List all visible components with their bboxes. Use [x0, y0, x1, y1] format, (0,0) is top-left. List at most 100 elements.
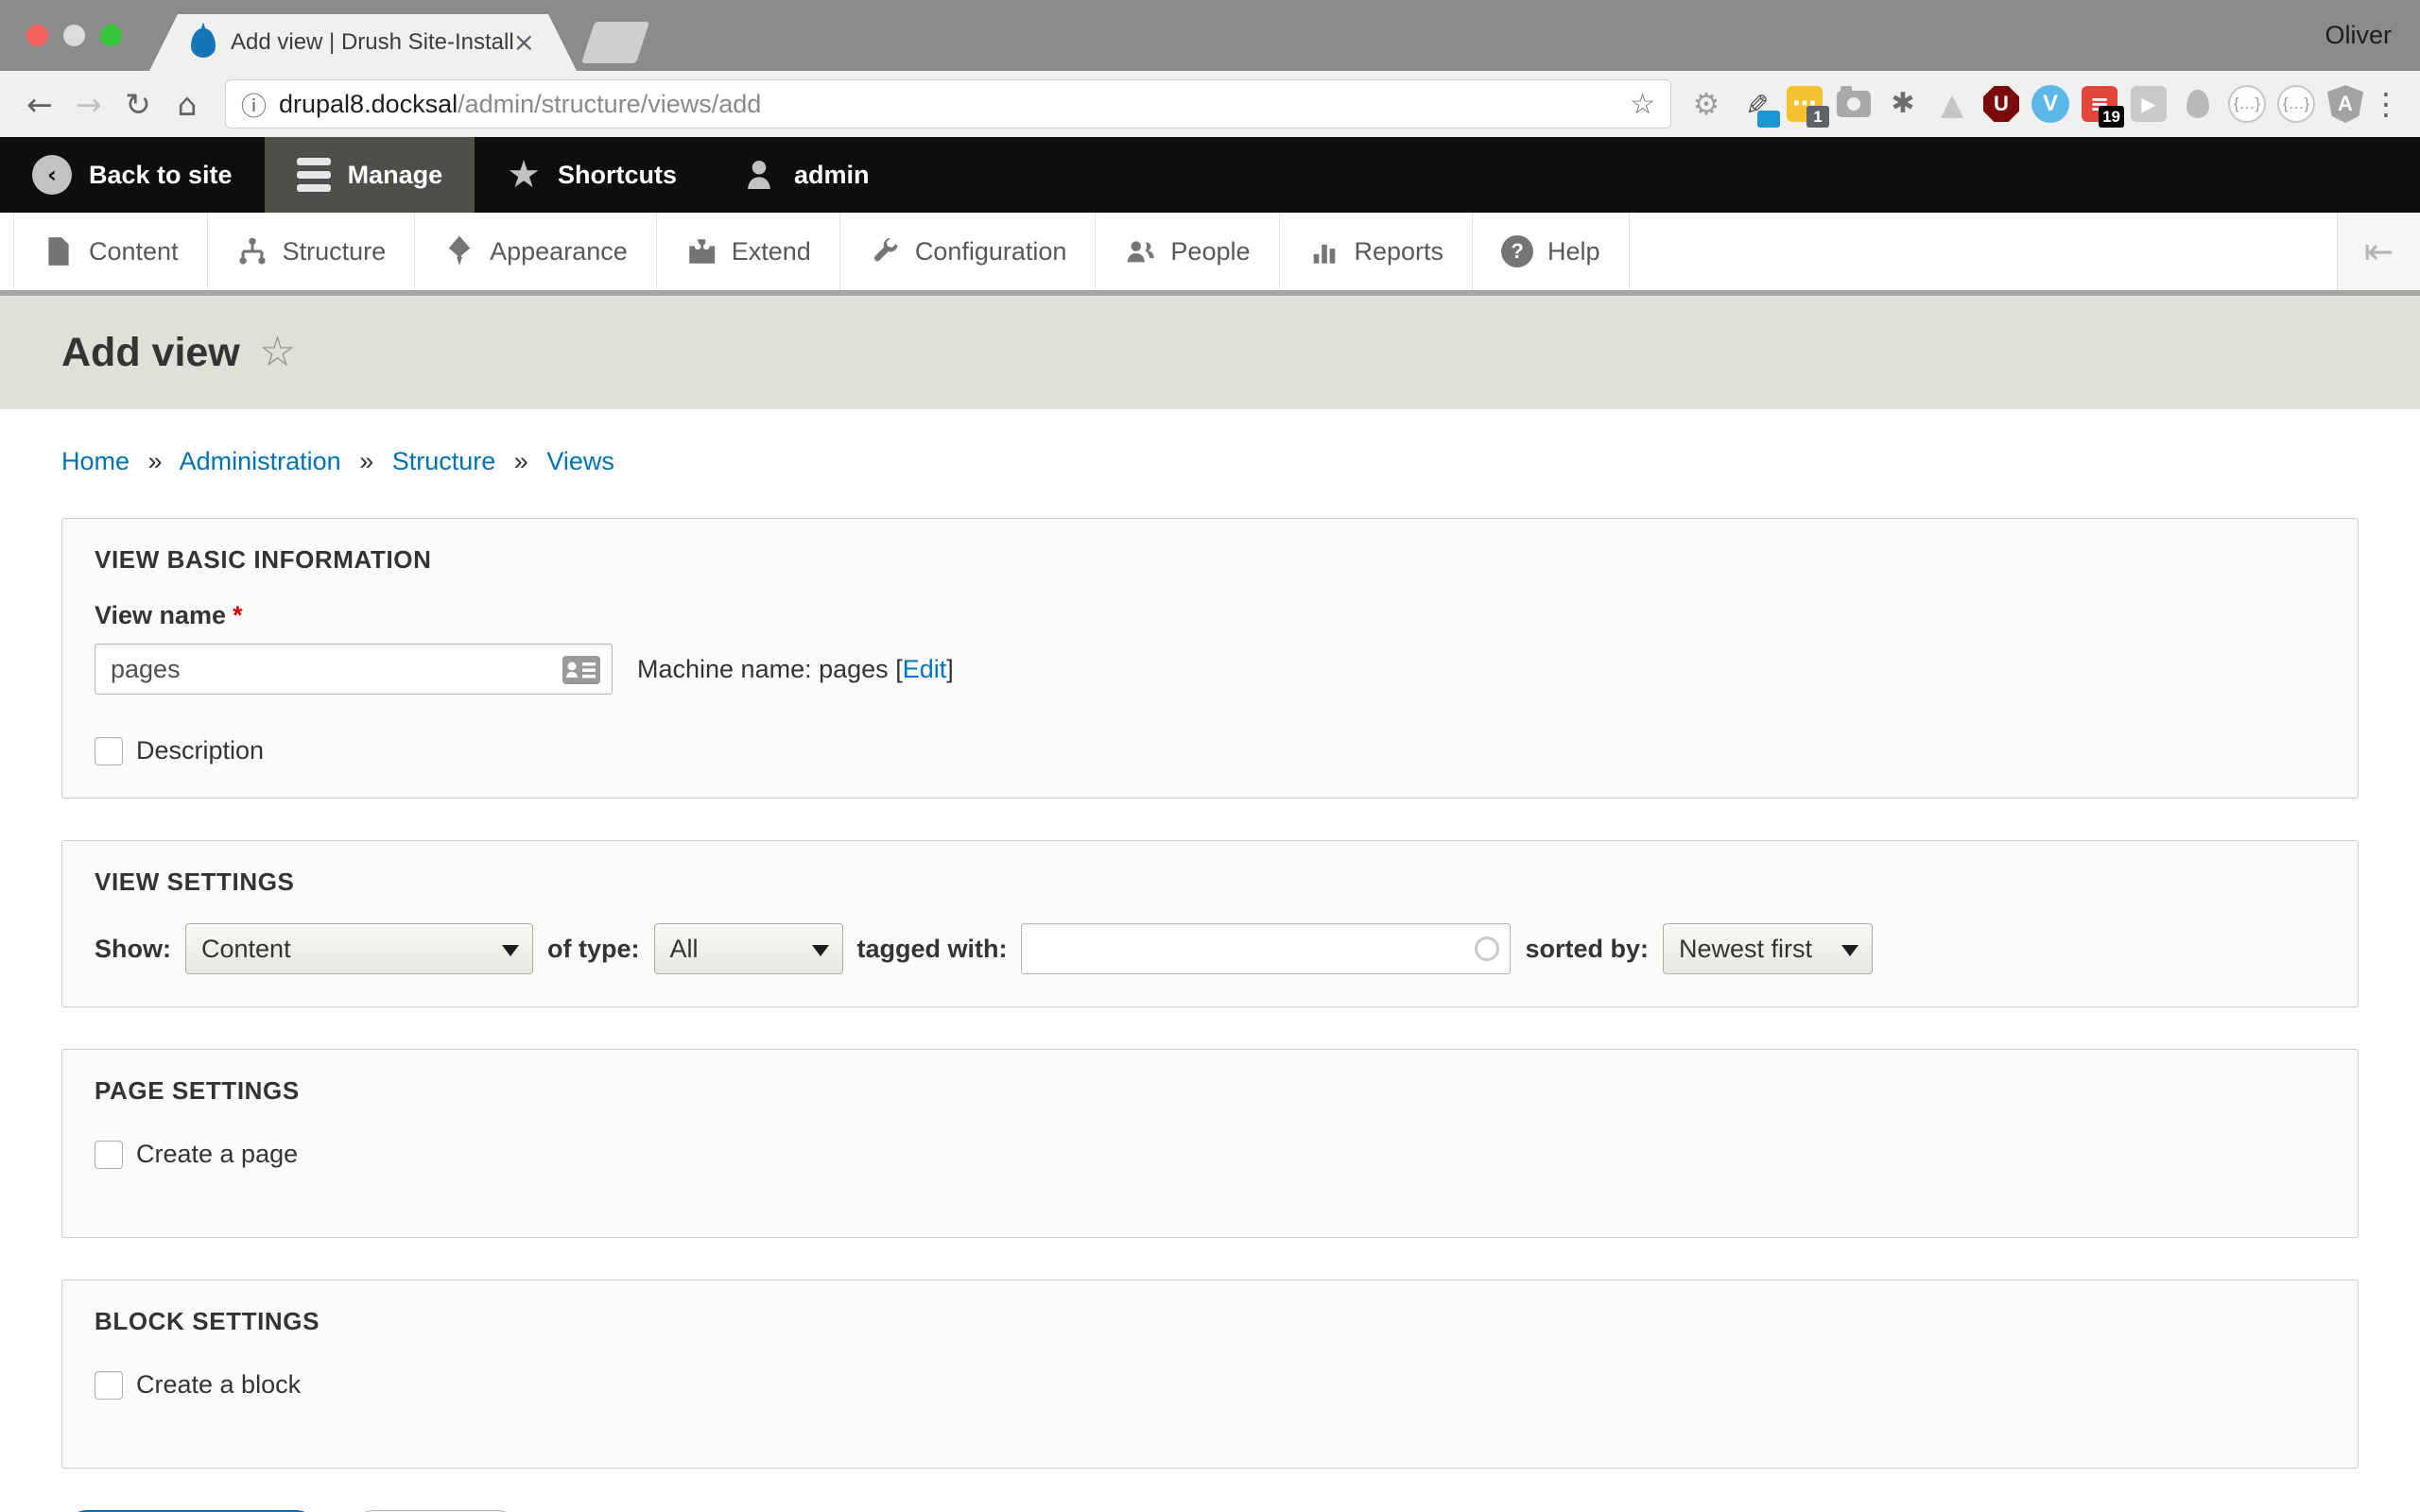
color-picker-extension-icon[interactable]: ✎	[1734, 83, 1777, 125]
url-host: drupal8.docksal	[279, 90, 458, 119]
new-tab-button[interactable]	[581, 22, 649, 63]
fieldset-legend: BLOCK SETTINGS	[95, 1307, 2325, 1336]
menu-item-help[interactable]: ? Help	[1473, 213, 1630, 290]
menu-item-content[interactable]: Content	[13, 213, 208, 290]
user-icon	[741, 157, 777, 193]
tab-close-icon[interactable]: ×	[513, 29, 535, 56]
ublock-extension-icon[interactable]: U	[1979, 83, 2023, 125]
machine-name-text: Machine name: pages [Edit]	[637, 655, 954, 684]
close-window-button[interactable]	[26, 25, 48, 46]
of-type-select-value: All	[670, 935, 699, 964]
description-checkbox[interactable]	[95, 737, 123, 765]
settings-extension-icon[interactable]: ✱	[1881, 83, 1925, 125]
breadcrumb-administration[interactable]: Administration	[180, 447, 341, 475]
toolbar-collapse-button[interactable]: ⇤	[2337, 213, 2420, 290]
breadcrumb-home[interactable]: Home	[61, 447, 130, 475]
admin-toolbar: ‹ Back to site Manage ★ Shortcuts admin	[0, 137, 2420, 213]
drupal-extension-icon[interactable]	[2176, 83, 2220, 125]
menu-item-label: Structure	[283, 237, 387, 266]
fieldset-legend: VIEW BASIC INFORMATION	[95, 545, 2325, 575]
help-icon: ?	[1501, 235, 1533, 267]
json-viewer-extension-icon[interactable]: {…}	[2225, 83, 2269, 125]
menu-item-reports[interactable]: Reports	[1280, 213, 1474, 290]
json-viewer-2-extension-icon[interactable]: {…}	[2274, 83, 2318, 125]
view-basic-information-fieldset: VIEW BASIC INFORMATION View name* Machin…	[61, 518, 2359, 799]
extend-icon	[685, 235, 717, 267]
breadcrumb-separator: »	[514, 447, 528, 475]
create-block-checkbox[interactable]	[95, 1371, 123, 1400]
browser-menu-icon[interactable]: ⋮	[2367, 86, 2405, 122]
main-content: Home » Administration » Structure » View…	[0, 409, 2420, 1512]
sorted-by-select[interactable]: Newest first	[1663, 923, 1873, 974]
description-label[interactable]: Description	[136, 736, 264, 765]
play-extension-icon[interactable]: ▶	[2127, 83, 2170, 125]
back-button[interactable]: ←	[15, 89, 64, 120]
configuration-icon	[869, 235, 901, 267]
show-select[interactable]: Content	[185, 923, 533, 974]
reload-button[interactable]: ↻	[113, 89, 163, 120]
breadcrumb-separator: »	[148, 447, 163, 475]
vimeo-extension-icon[interactable]: V	[2029, 83, 2072, 125]
create-page-checkbox[interactable]	[95, 1141, 123, 1169]
star-icon: ★	[507, 156, 541, 194]
manage-tab[interactable]: Manage	[265, 137, 475, 213]
admin-menu-tray: Content Structure Appearance Extend Conf…	[0, 213, 2420, 290]
tab-title: Add view | Drush Site-Install	[231, 29, 513, 56]
content-icon	[43, 235, 75, 267]
admin-user-tab[interactable]: admin	[709, 137, 902, 213]
bookmark-star-icon[interactable]: ☆	[1630, 88, 1655, 121]
people-icon	[1124, 235, 1156, 267]
show-select-value: Content	[201, 935, 291, 964]
browser-tab[interactable]: Add view | Drush Site-Install ×	[149, 14, 577, 71]
menu-item-label: People	[1170, 237, 1250, 266]
back-chevron-icon: ‹	[32, 155, 72, 195]
tagged-with-input[interactable]	[1021, 923, 1511, 974]
url-bar[interactable]: ⓘ drupal8.docksal /admin/structure/views…	[225, 79, 1671, 129]
menu-item-extend[interactable]: Extend	[657, 213, 840, 290]
add-view-form: VIEW BASIC INFORMATION View name* Machin…	[61, 518, 2359, 1512]
collapse-arrow-icon: ⇤	[2364, 231, 2394, 272]
minimize-window-button[interactable]	[63, 25, 85, 46]
block-settings-fieldset: BLOCK SETTINGS Create a block	[61, 1280, 2359, 1469]
zoom-window-button[interactable]	[100, 25, 122, 46]
breadcrumb: Home » Administration » Structure » View…	[61, 409, 2359, 476]
view-name-input[interactable]	[95, 644, 613, 695]
home-button[interactable]: ⌂	[163, 89, 212, 120]
of-type-select[interactable]: All	[654, 923, 843, 974]
view-settings-fieldset: VIEW SETTINGS Show: Content of type: All…	[61, 840, 2359, 1007]
menu-item-appearance[interactable]: Appearance	[415, 213, 657, 290]
shortcuts-tab[interactable]: ★ Shortcuts	[475, 137, 709, 213]
required-marker: *	[233, 601, 243, 629]
drive-extension-icon[interactable]: ▲	[1930, 83, 1974, 125]
gear-extension-icon[interactable]: ⚙	[1685, 83, 1728, 125]
menu-item-label: Configuration	[915, 237, 1067, 266]
angular-extension-icon[interactable]: A	[2324, 83, 2367, 125]
todoist-extension-icon[interactable]: ≡19	[2078, 83, 2121, 125]
breadcrumb-separator: »	[359, 447, 373, 475]
browser-profile-name: Oliver	[2325, 21, 2392, 50]
site-info-icon[interactable]: ⓘ	[241, 86, 267, 123]
view-name-label: View name*	[95, 601, 2325, 630]
drupal-favicon-icon	[191, 28, 216, 58]
create-block-label[interactable]: Create a block	[136, 1370, 301, 1400]
fieldset-legend: VIEW SETTINGS	[95, 868, 2325, 897]
camera-extension-icon[interactable]	[1832, 83, 1876, 125]
favorite-star-icon[interactable]: ☆	[259, 332, 296, 373]
breadcrumb-structure[interactable]: Structure	[392, 447, 496, 475]
page-settings-fieldset: PAGE SETTINGS Create a page	[61, 1049, 2359, 1238]
select-arrow-icon	[1841, 945, 1858, 956]
menu-item-structure[interactable]: Structure	[208, 213, 416, 290]
menu-item-configuration[interactable]: Configuration	[840, 213, 1097, 290]
structure-icon	[236, 235, 268, 267]
menu-item-label: Appearance	[490, 237, 628, 266]
machine-name-edit-link[interactable]: Edit	[903, 655, 947, 683]
menu-item-people[interactable]: People	[1096, 213, 1279, 290]
back-to-site-button[interactable]: ‹ Back to site	[0, 137, 265, 213]
notes-extension-icon[interactable]: ⋯1	[1783, 83, 1826, 125]
create-page-label[interactable]: Create a page	[136, 1140, 298, 1169]
machine-name-card-icon	[562, 655, 601, 685]
forward-button[interactable]: →	[64, 89, 113, 120]
breadcrumb-views[interactable]: Views	[546, 447, 614, 475]
show-label: Show:	[95, 935, 171, 964]
url-path: /admin/structure/views/add	[458, 90, 761, 119]
